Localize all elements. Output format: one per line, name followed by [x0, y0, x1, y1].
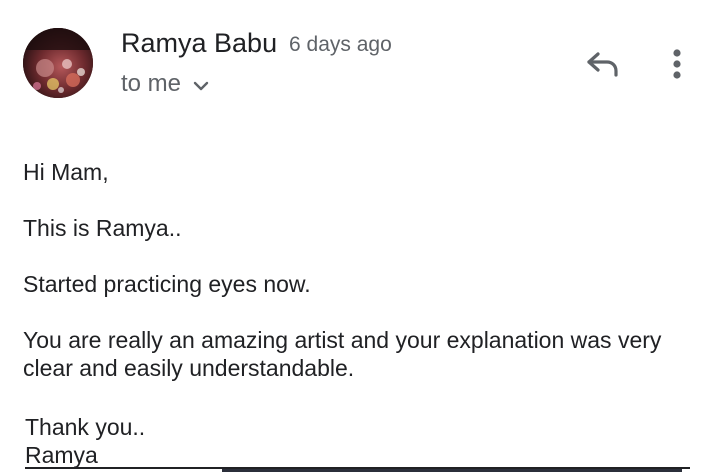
avatar-photo: [23, 28, 93, 98]
sign-off: Thank you.. Ramya: [25, 413, 145, 469]
body-paragraph: You are really an amazing artist and you…: [23, 327, 662, 381]
sender-name[interactable]: Ramya Babu: [121, 26, 277, 60]
email-message-view: Ramya Babu 6 days ago to me Hi Mam, This…: [0, 0, 720, 472]
body-paragraph: Started practicing eyes now.: [23, 271, 311, 297]
recipient-toggle[interactable]: to me: [121, 68, 209, 100]
greeting: Hi Mam,: [23, 159, 109, 185]
closing: Thank you..: [25, 414, 146, 440]
avatar[interactable]: [23, 28, 93, 98]
reply-icon: [587, 52, 618, 77]
reply-button[interactable]: [580, 44, 626, 84]
more-options-button[interactable]: [660, 42, 694, 86]
signature: Ramya: [25, 442, 98, 468]
chevron-down-icon: [193, 81, 209, 90]
recipient-label: to me: [121, 70, 182, 97]
message-body: Hi Mam, This is Ramya.. Started practici…: [23, 158, 703, 410]
timestamp: 6 days ago: [289, 33, 392, 56]
more-vert-icon: [673, 49, 681, 79]
body-paragraph: This is Ramya..: [23, 215, 182, 241]
